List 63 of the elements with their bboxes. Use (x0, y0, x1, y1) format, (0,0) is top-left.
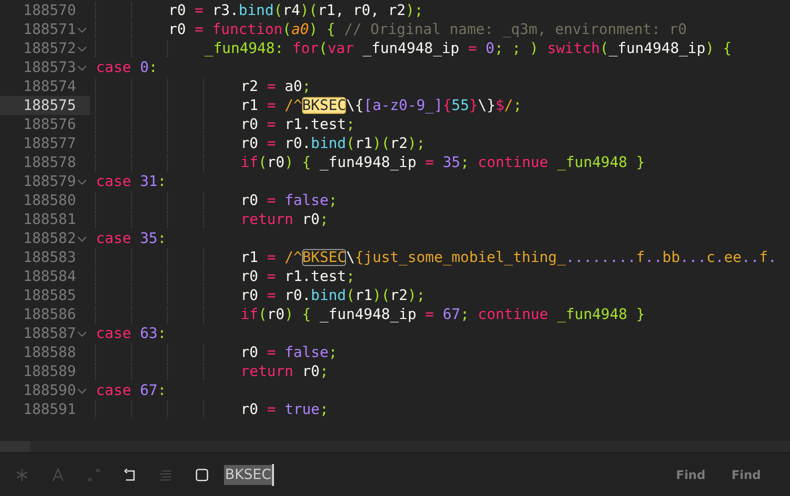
asterisk-icon (15, 468, 29, 482)
lines-icon (159, 468, 173, 482)
wrap-arrow-icon (123, 468, 137, 482)
code-line: case 67: (95, 381, 166, 400)
search-match: BKSEC (302, 249, 346, 266)
code-line: if(r0) { _fun4948_ip = 67; continue _fun4948 } (90, 305, 645, 324)
code-line: r0 = r1.test; (90, 267, 355, 286)
code-line: _fun4948: for(var _fun4948_ip = 0; ; ) switch(_fun4948_ip) { (90, 39, 732, 58)
code-line: r0 = true; (90, 400, 329, 419)
code-line: r1 = /^BKSEC\{[a-z0-9_]{55}\}$/; (90, 96, 522, 115)
fold-chevron-icon[interactable] (77, 386, 87, 394)
code-line: r1 = /^BKSEC\{just_some_mobiel_thing_........f..bb...c.ee..f. (90, 248, 777, 267)
fold-chevron-icon[interactable] (77, 178, 87, 186)
code-line: r0 = r1.test; (90, 115, 355, 134)
line-number: 188579 (22, 172, 76, 191)
line-number: 188585 (22, 286, 76, 305)
line-number: 188572 (22, 39, 76, 58)
code-line: r0 = r0.bind(r1)(r2); (90, 134, 426, 153)
line-number: 188584 (22, 267, 76, 286)
line-number: 188574 (22, 77, 76, 96)
line-number: 188582 (22, 229, 76, 248)
code-line: r0 = r0.bind(r1)(r2); (90, 286, 426, 305)
code-line: r2 = a0; (90, 77, 311, 96)
line-number: 188591 (22, 400, 76, 419)
line-number: 188573 (22, 58, 76, 77)
fold-chevron-icon[interactable] (77, 234, 87, 242)
code-line: return r0; (90, 362, 329, 381)
horizontal-scrollbar[interactable] (0, 441, 790, 452)
fold-chevron-icon[interactable] (77, 44, 87, 52)
line-number: 188571 (22, 20, 76, 39)
code-line: return r0; (90, 210, 329, 229)
line-number: 188575 (22, 96, 76, 115)
find-button[interactable]: Find (727, 464, 765, 486)
line-number: 188570 (22, 1, 76, 20)
fold-chevron-icon[interactable] (77, 64, 87, 72)
line-number: 188581 (22, 210, 76, 229)
code-line: case 35: (95, 229, 166, 248)
code-line: case 0: (95, 58, 158, 77)
code-line: if(r0) { _fun4948_ip = 35; continue _fun4948 } (90, 153, 645, 172)
code-line: r0 = false; (90, 191, 338, 210)
square-icon (195, 468, 209, 482)
search-field[interactable]: BKSEC (224, 462, 654, 486)
line-number: 188586 (22, 305, 76, 324)
line-number: 188583 (22, 248, 76, 267)
line-number: 188576 (22, 115, 76, 134)
fold-chevron-icon[interactable] (77, 330, 87, 338)
letter-a-icon (51, 468, 65, 482)
line-number: 188587 (22, 324, 76, 343)
line-number: 188589 (22, 362, 76, 381)
line-number: 188577 (22, 134, 76, 153)
line-number: 188588 (22, 343, 76, 362)
line-number: 188578 (22, 153, 76, 172)
quote-marks-icon (87, 468, 101, 482)
find-button[interactable]: Find (672, 464, 710, 486)
code-line: case 31: (95, 172, 166, 191)
code-line: r0 = function(a0) { // Original name: _q3m, environment: r0 (90, 20, 687, 39)
line-number: 188590 (22, 381, 76, 400)
line-number: 188580 (22, 191, 76, 210)
fold-chevron-icon[interactable] (77, 26, 87, 34)
code-line: r0 = false; (90, 343, 338, 362)
code-line: case 63: (95, 324, 166, 343)
search-match: BKSEC (302, 97, 346, 114)
code-line: r0 = r3.bind(r4)(r1, r0, r2); (90, 1, 424, 20)
